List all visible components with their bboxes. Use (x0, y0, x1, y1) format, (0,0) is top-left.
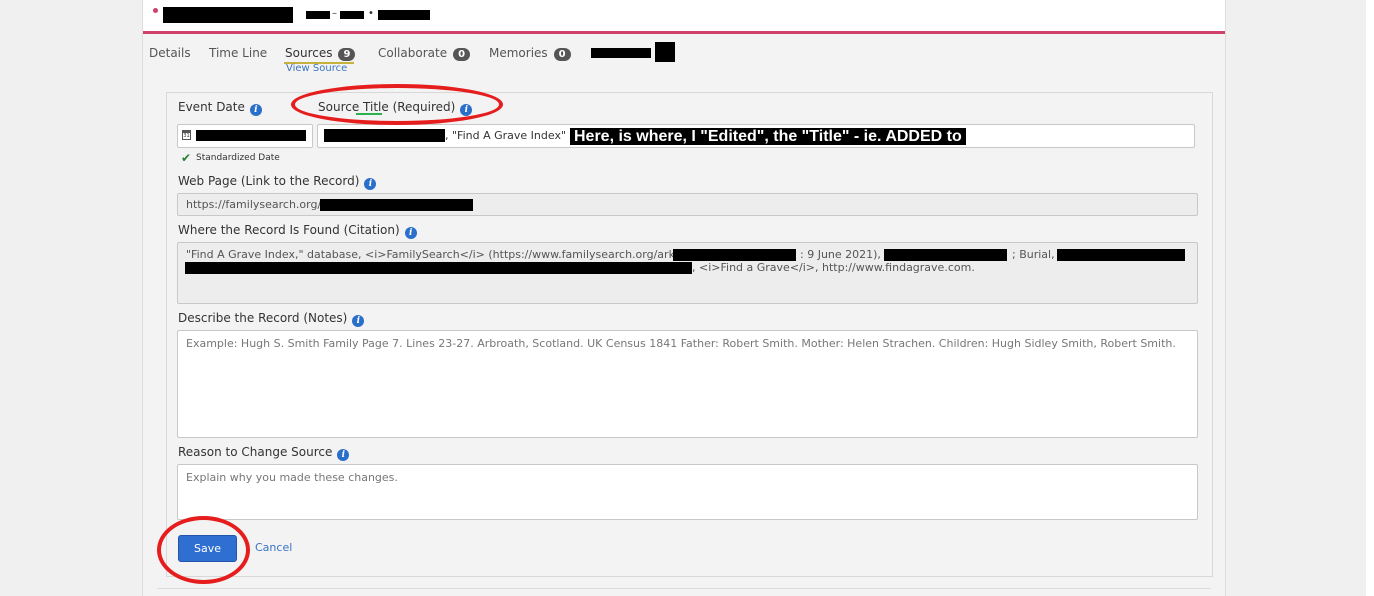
redacted-citation-name (884, 249, 1007, 261)
redacted-tab[interactable] (591, 48, 651, 58)
redacted-person-name (163, 7, 293, 23)
collaborate-count-badge: 0 (453, 48, 471, 61)
redacted-death-year (340, 11, 364, 19)
event-date-info-icon[interactable]: i (249, 104, 262, 116)
view-source-link[interactable]: View Source (286, 63, 347, 74)
notes-info-icon[interactable]: i (352, 315, 365, 327)
citation-textarea[interactable]: "Find A Grave Index," database, <i>Famil… (177, 242, 1198, 304)
redacted-burial-place (1057, 249, 1185, 261)
event-date-label: Event Date i (178, 100, 262, 116)
reason-info-icon[interactable]: i (337, 449, 350, 461)
notes-placeholder: Example: Hugh S. Smith Family Page 7. Li… (186, 337, 1176, 350)
redacted-tab-icon[interactable] (655, 42, 675, 62)
person-header: – • (143, 0, 1225, 34)
event-date-label-text: Event Date (178, 100, 245, 114)
sources-count-badge: 9 (338, 48, 356, 61)
citation-line1-a: "Find A Grave Index," database, <i>Famil… (186, 248, 683, 261)
redacted-citation-ark (673, 249, 796, 261)
citation-line1-c: ; Burial, (1012, 248, 1055, 261)
tab-details[interactable]: Details (149, 46, 191, 60)
redacted-title-part (324, 129, 445, 142)
tab-time-line[interactable]: Time Line (209, 46, 267, 60)
redacted-ark-id (320, 199, 473, 211)
web-page-label: Web Page (Link to the Record) i (178, 174, 377, 190)
citation-line1-b: : 9 June 2021), (800, 248, 881, 261)
dates-separator: – (332, 8, 337, 19)
standardized-date-text: Standardized Date (196, 153, 280, 163)
annotation-text: Here, is where, I "Edited", the "Title" … (570, 128, 966, 145)
citation-info-icon[interactable]: i (404, 227, 417, 239)
notes-label-text: Describe the Record (Notes) (178, 311, 348, 325)
redacted-event-date (196, 130, 306, 141)
notes-label: Describe the Record (Notes) i (178, 311, 365, 327)
citation-line2: , <i>Find a Grave</i>, http://www.findag… (692, 261, 975, 274)
source-title-suffix: , "Find A Grave Index" (445, 129, 567, 142)
tab-sources-label: Sources (285, 46, 333, 60)
web-page-info-icon[interactable]: i (364, 178, 377, 190)
tab-collaborate-label: Collaborate (378, 46, 448, 60)
red-circle-annotation-save (157, 516, 250, 584)
scrollbar-track[interactable] (1366, 0, 1374, 596)
cancel-link[interactable]: Cancel (255, 541, 292, 554)
memories-count-badge: 0 (553, 48, 571, 61)
web-page-label-text: Web Page (Link to the Record) (178, 174, 360, 188)
web-page-input[interactable]: https://familysearch.org/ark:/ (177, 193, 1198, 216)
red-circle-annotation-title (291, 84, 503, 125)
dates-bullet: • (368, 8, 374, 19)
tab-memories-label: Memories (489, 46, 548, 60)
check-icon: ✔ (181, 151, 192, 165)
redacted-person-id (378, 10, 430, 20)
edit-source-form: Event Date i Source Title (Required) i 31 … (166, 92, 1213, 577)
tab-collaborate[interactable]: Collaborate 0 (378, 46, 471, 61)
event-date-input[interactable]: 31 (177, 124, 313, 148)
reason-label: Reason to Change Source i (178, 445, 350, 461)
reason-placeholder: Explain why you made these changes. (186, 471, 398, 484)
person-page: – • Details Time Line Sources 9 Collabora… (142, 0, 1226, 596)
tab-sources[interactable]: Sources 9 (285, 46, 356, 61)
reason-textarea[interactable]: Explain why you made these changes. (177, 464, 1198, 520)
redacted-citation-line2 (185, 262, 692, 274)
calendar-icon[interactable]: 31 (182, 130, 191, 140)
gender-dot-icon (153, 8, 158, 13)
citation-label-text: Where the Record Is Found (Citation) (178, 223, 400, 237)
notes-textarea[interactable]: Example: Hugh S. Smith Family Page 7. Li… (177, 330, 1198, 438)
tab-memories[interactable]: Memories 0 (489, 46, 571, 61)
panel-bottom-divider (157, 588, 1211, 589)
redacted-birth-year (306, 11, 330, 19)
citation-label: Where the Record Is Found (Citation) i (178, 223, 417, 239)
reason-label-text: Reason to Change Source (178, 445, 333, 459)
source-title-input[interactable]: , "Find A Grave Index" Here, is where, I… (317, 124, 1195, 148)
